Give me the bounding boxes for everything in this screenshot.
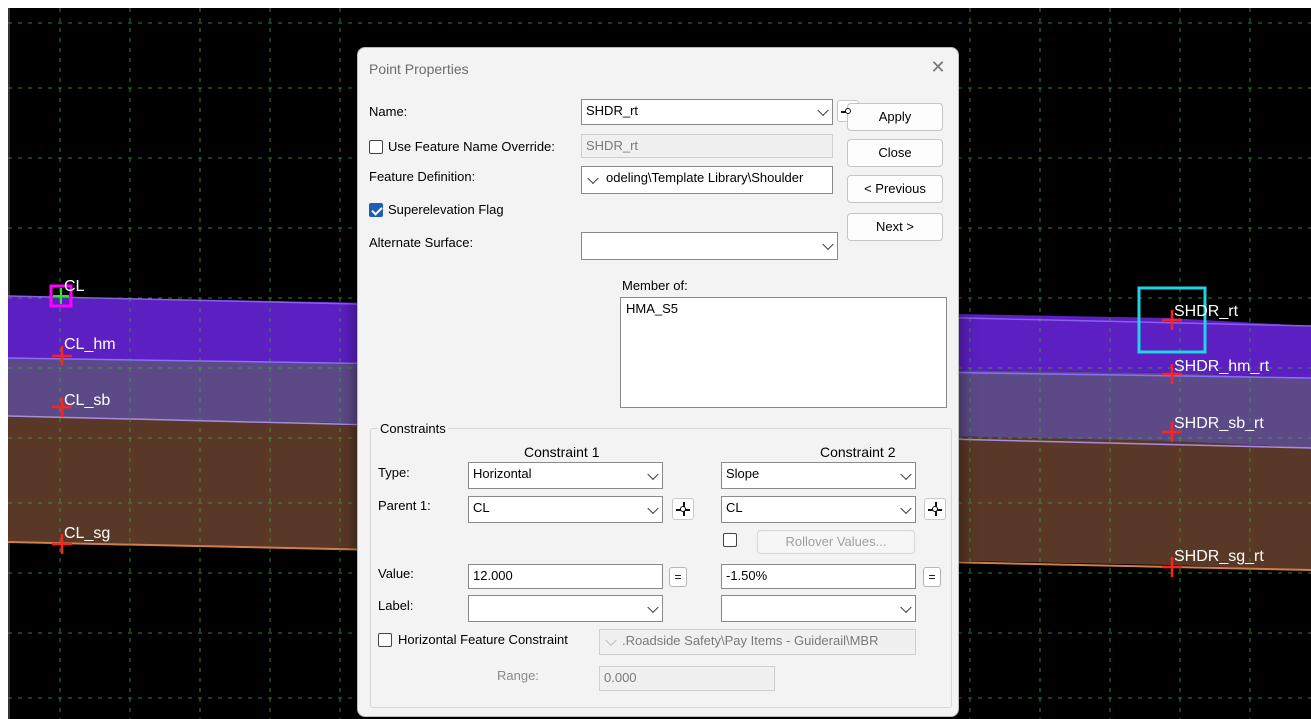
- superelevation-label: Superelevation Flag: [388, 202, 504, 217]
- constraint-1-pick-icon[interactable]: [672, 498, 694, 520]
- close-button[interactable]: Close: [847, 139, 943, 167]
- constraint-2-value: -1.50%: [726, 568, 768, 583]
- constraint-2-label-combobox[interactable]: [721, 595, 916, 622]
- chevron-down-icon: [900, 502, 912, 514]
- member-of-listbox[interactable]: HMA_S5: [620, 297, 947, 408]
- constraint-2-type-combobox[interactable]: Slope: [721, 462, 916, 489]
- override-name-value: SHDR_rt: [586, 138, 639, 153]
- chevron-down-icon: [605, 634, 617, 647]
- alternate-surface-combobox[interactable]: [581, 232, 838, 260]
- chevron-down-icon: [647, 601, 659, 613]
- constraint-1-type-value: Horizontal: [473, 466, 532, 481]
- member-of-label: Member of:: [622, 278, 688, 293]
- chevron-down-icon: [900, 601, 912, 613]
- point-properties-dialog: Point Properties ✕ Name: SHDR_rt Use Fea…: [357, 47, 959, 717]
- next-button[interactable]: Next >: [847, 213, 943, 241]
- constraint-1-header: Constraint 1: [524, 444, 600, 460]
- apply-button[interactable]: Apply: [847, 103, 943, 131]
- rollover-values-button[interactable]: Rollover Values...: [757, 530, 915, 554]
- constraint-1-label-combobox[interactable]: [468, 595, 663, 622]
- horizontal-feature-constraint-label: Horizontal Feature Constraint: [398, 632, 568, 647]
- chevron-down-icon: [647, 502, 659, 514]
- close-icon[interactable]: ✕: [927, 56, 949, 78]
- use-override-checkbox[interactable]: [369, 140, 383, 154]
- point-label-cl-sg: CL_sg: [64, 525, 111, 542]
- name-label: Name:: [369, 104, 408, 119]
- constraint-2-parent-combobox[interactable]: CL: [721, 496, 916, 523]
- constraint-1-type-combobox[interactable]: Horizontal: [468, 462, 663, 489]
- point-label-cl-sb: CL_sb: [64, 392, 111, 409]
- list-item[interactable]: HMA_S5: [626, 301, 941, 316]
- use-override-label: Use Feature Name Override:: [388, 139, 555, 154]
- value-label: Value:: [378, 566, 414, 581]
- chevron-down-icon: [587, 172, 599, 185]
- point-label-cl: CL: [64, 278, 85, 295]
- constraint-2-equation-button[interactable]: =: [923, 567, 941, 587]
- constraint-2-pick-icon[interactable]: [924, 498, 946, 520]
- horizontal-feature-constraint-value: .Roadside Safety\Pay Items - Guiderail\M…: [622, 633, 879, 648]
- feature-definition-label: Feature Definition:: [369, 169, 476, 184]
- chevron-down-icon: [817, 104, 829, 117]
- constraint-2-value-field[interactable]: -1.50%: [721, 564, 916, 589]
- range-value: 0.000: [604, 670, 637, 685]
- constraint-1-value: 12.000: [473, 568, 513, 583]
- alternate-surface-label: Alternate Surface:: [369, 235, 474, 250]
- name-value: SHDR_rt: [586, 103, 639, 118]
- feature-definition-value: odeling\Template Library\Shoulder: [606, 170, 804, 185]
- previous-button[interactable]: < Previous: [847, 175, 943, 203]
- chevron-down-icon: [647, 468, 659, 480]
- dialog-title: Point Properties: [369, 61, 469, 77]
- point-label-shdr-hm-rt: SHDR_hm_rt: [1174, 358, 1270, 375]
- rollover-checkbox[interactable]: [723, 533, 737, 547]
- constraint-1-parent-value: CL: [473, 500, 490, 515]
- constraint-2-header: Constraint 2: [820, 444, 896, 460]
- parent-1-label: Parent 1:: [378, 498, 431, 513]
- feature-definition-combobox[interactable]: odeling\Template Library\Shoulder: [581, 166, 833, 194]
- horizontal-feature-constraint-combobox: .Roadside Safety\Pay Items - Guiderail\M…: [599, 629, 916, 655]
- label-label: Label:: [378, 598, 414, 613]
- constraint-2-type-value: Slope: [726, 466, 760, 481]
- constraint-1-parent-combobox[interactable]: CL: [468, 496, 663, 523]
- constraint-2-parent-value: CL: [726, 500, 743, 515]
- chevron-down-icon: [900, 468, 912, 480]
- type-label: Type:: [378, 465, 410, 480]
- screen: CL CL_hm CL_sb CL_sg SHDR_rt SHDR_hm_rt …: [0, 0, 1311, 719]
- range-field: 0.000: [599, 666, 775, 691]
- constraints-group-label: Constraints: [378, 421, 448, 436]
- point-label-cl-hm: CL_hm: [64, 336, 116, 353]
- name-combobox[interactable]: SHDR_rt: [581, 99, 833, 125]
- horizontal-feature-constraint-checkbox[interactable]: [378, 633, 392, 647]
- range-label: Range:: [497, 668, 539, 683]
- point-label-shdr-sb-rt: SHDR_sb_rt: [1174, 415, 1264, 432]
- point-label-shdr-rt: SHDR_rt: [1174, 303, 1239, 320]
- point-label-shdr-sg-rt: SHDR_sg_rt: [1174, 548, 1264, 565]
- constraint-1-value-field[interactable]: 12.000: [468, 564, 663, 589]
- override-name-field: SHDR_rt: [581, 134, 833, 158]
- chevron-down-icon: [822, 238, 834, 251]
- superelevation-checkbox[interactable]: [369, 203, 383, 217]
- constraint-1-equation-button[interactable]: =: [669, 567, 687, 587]
